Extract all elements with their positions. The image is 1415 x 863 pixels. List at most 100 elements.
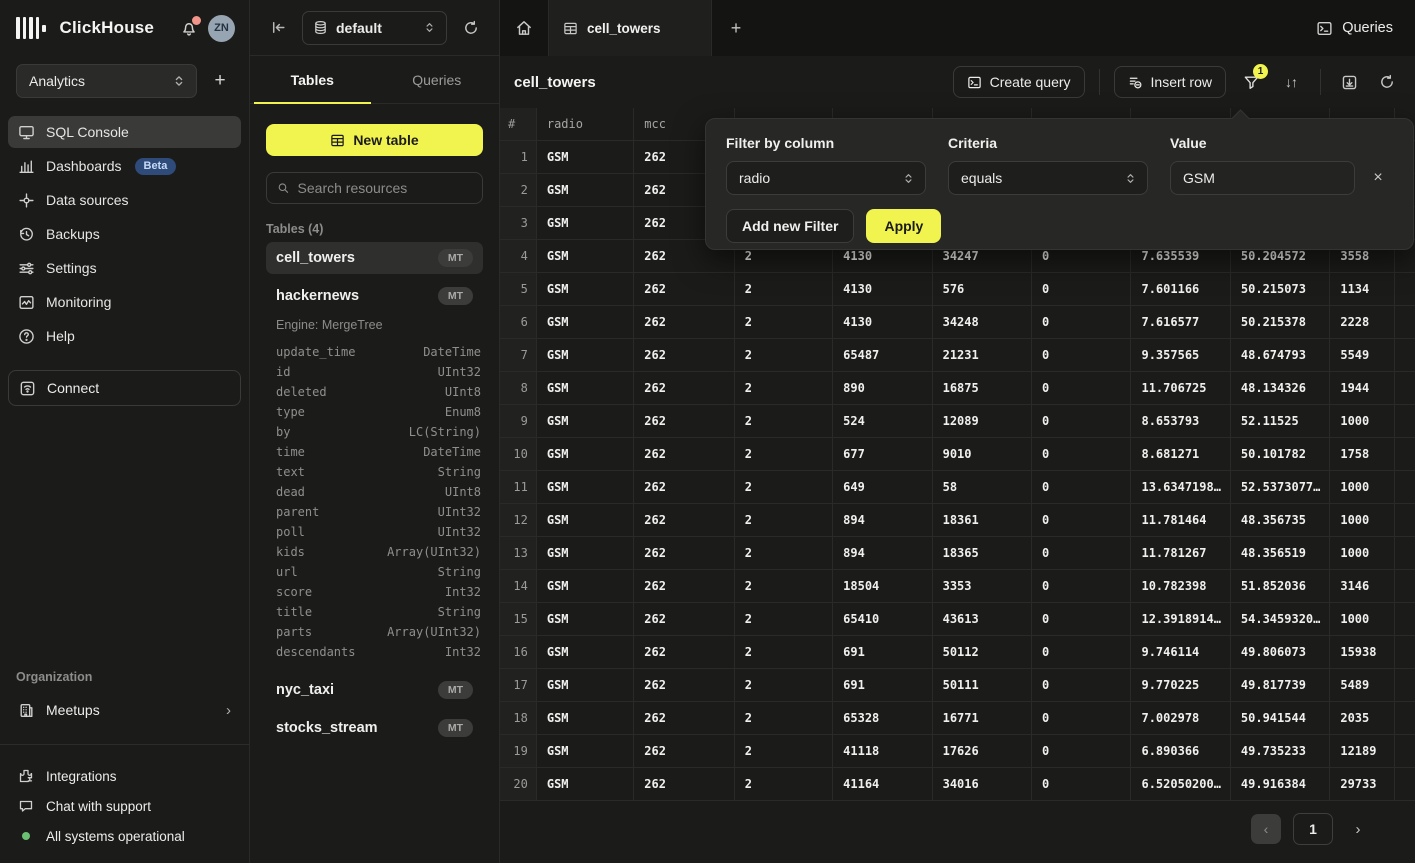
cell[interactable]: 0 <box>1032 306 1131 338</box>
cell[interactable]: 8.681271 <box>1131 438 1230 470</box>
cell[interactable]: 0 <box>1032 471 1131 503</box>
user-avatar[interactable]: ZN <box>208 15 235 42</box>
cell[interactable]: 50.941544 <box>1231 702 1330 734</box>
cell[interactable]: 1000 <box>1330 504 1395 536</box>
cell[interactable]: 2 <box>735 471 833 503</box>
cell[interactable]: 12089 <box>933 405 1032 437</box>
row-number-cell[interactable]: 13 <box>500 537 537 569</box>
current-page[interactable]: 1 <box>1293 813 1333 845</box>
cell[interactable]: 1758 <box>1330 438 1395 470</box>
cell[interactable]: 3146 <box>1330 570 1395 602</box>
table-item-hackernews[interactable]: hackernews MT <box>266 280 483 312</box>
filter-criteria-select[interactable]: equals <box>948 161 1148 195</box>
cell-radio[interactable]: GSM <box>537 669 634 701</box>
cell[interactable]: 1000 <box>1330 405 1395 437</box>
cell[interactable]: 15938 <box>1330 636 1395 668</box>
cell[interactable]: 2228 <box>1330 306 1395 338</box>
cell-radio[interactable]: GSM <box>537 174 634 206</box>
cell[interactable]: 9.770225 <box>1131 669 1230 701</box>
cell-radio[interactable]: GSM <box>537 636 634 668</box>
cell[interactable]: 58 <box>933 471 1032 503</box>
refresh-data-button[interactable] <box>1373 68 1401 96</box>
cell[interactable]: 50.101782 <box>1231 438 1330 470</box>
sidebar-item-backups[interactable]: Backups <box>8 218 241 250</box>
cell[interactable]: 8.653793 <box>1131 405 1230 437</box>
row-number-cell[interactable]: 5 <box>500 273 537 305</box>
cell[interactable]: 52.11525 <box>1231 405 1330 437</box>
cell[interactable]: 0 <box>1032 669 1131 701</box>
search-resources-input[interactable] <box>298 180 472 196</box>
database-select[interactable]: default <box>302 11 447 45</box>
integrations-link[interactable]: Integrations <box>0 761 249 791</box>
cell-radio[interactable]: GSM <box>537 603 634 635</box>
chat-support-link[interactable]: Chat with support <box>0 791 249 821</box>
cell[interactable]: 11.706725 <box>1131 372 1230 404</box>
cell[interactable]: 5489 <box>1330 669 1395 701</box>
cell-mcc[interactable]: 262 <box>634 570 734 602</box>
add-workspace-button[interactable]: + <box>207 68 233 94</box>
cell[interactable]: 1000 <box>1330 603 1395 635</box>
cell[interactable]: 2 <box>735 306 833 338</box>
cell[interactable]: 41118 <box>833 735 932 767</box>
cell[interactable]: 51.852036 <box>1231 570 1330 602</box>
cell-mcc[interactable]: 262 <box>634 273 734 305</box>
row-number-cell[interactable]: 1 <box>500 141 537 173</box>
row-number-cell[interactable]: 9 <box>500 405 537 437</box>
cell-radio[interactable]: GSM <box>537 471 634 503</box>
cell[interactable]: 1134 <box>1330 273 1395 305</box>
cell-mcc[interactable]: 262 <box>634 702 734 734</box>
filter-button[interactable]: 1 <box>1236 67 1266 97</box>
sort-button[interactable]: ↓↑ <box>1276 67 1306 97</box>
row-number-cell[interactable]: 18 <box>500 702 537 734</box>
row-number-cell[interactable]: 4 <box>500 240 537 272</box>
table-item-stocks-stream[interactable]: stocks_stream MT <box>266 712 483 744</box>
new-tab-button[interactable]: + <box>712 0 760 56</box>
collapse-panel-icon[interactable] <box>264 14 292 42</box>
tab-cell-towers[interactable]: cell_towers <box>548 0 712 56</box>
insert-row-button[interactable]: Insert row <box>1114 66 1226 98</box>
cell[interactable]: 9.357565 <box>1131 339 1230 371</box>
cell-radio[interactable]: GSM <box>537 240 634 272</box>
cell[interactable]: 4130 <box>833 273 932 305</box>
cell[interactable]: 50.215073 <box>1231 273 1330 305</box>
row-number-cell[interactable]: 3 <box>500 207 537 239</box>
cell[interactable]: 5549 <box>1330 339 1395 371</box>
column-header[interactable]: # <box>500 108 537 140</box>
cell[interactable]: 691 <box>833 636 932 668</box>
cell[interactable]: 0 <box>1032 405 1131 437</box>
cell-mcc[interactable]: 262 <box>634 669 734 701</box>
cell[interactable]: 6.890366 <box>1131 735 1230 767</box>
sidebar-item-meetups[interactable]: Meetups › <box>8 694 241 726</box>
cell[interactable]: 43613 <box>933 603 1032 635</box>
cell[interactable]: 49.735233 <box>1231 735 1330 767</box>
cell[interactable]: 34248 <box>933 306 1032 338</box>
sidebar-item-data-sources[interactable]: Data sources <box>8 184 241 216</box>
cell[interactable]: 576 <box>933 273 1032 305</box>
cell[interactable]: 0 <box>1032 339 1131 371</box>
cell[interactable]: 2 <box>735 669 833 701</box>
column-header-radio[interactable]: radio <box>537 108 634 140</box>
cell[interactable]: 48.356519 <box>1231 537 1330 569</box>
row-number-cell[interactable]: 8 <box>500 372 537 404</box>
cell[interactable]: 2 <box>735 570 833 602</box>
cell[interactable]: 2 <box>735 273 833 305</box>
cell[interactable]: 18504 <box>833 570 932 602</box>
next-page-button[interactable]: › <box>1345 814 1371 844</box>
queries-button[interactable]: Queries <box>1316 20 1393 37</box>
row-number-cell[interactable]: 16 <box>500 636 537 668</box>
cell[interactable]: 7.002978 <box>1131 702 1230 734</box>
cell[interactable]: 48.674793 <box>1231 339 1330 371</box>
cell[interactable]: 17626 <box>933 735 1032 767</box>
cell[interactable]: 0 <box>1032 504 1131 536</box>
cell[interactable]: 894 <box>833 537 932 569</box>
cell-radio[interactable]: GSM <box>537 504 634 536</box>
cell[interactable]: 65328 <box>833 702 932 734</box>
cell[interactable]: 16771 <box>933 702 1032 734</box>
row-number-cell[interactable]: 19 <box>500 735 537 767</box>
row-number-cell[interactable]: 17 <box>500 669 537 701</box>
home-button[interactable] <box>500 0 548 56</box>
cell[interactable]: 18361 <box>933 504 1032 536</box>
cell[interactable]: 12.3918914… <box>1131 603 1230 635</box>
cell[interactable]: 48.356735 <box>1231 504 1330 536</box>
cell-mcc[interactable]: 262 <box>634 405 734 437</box>
